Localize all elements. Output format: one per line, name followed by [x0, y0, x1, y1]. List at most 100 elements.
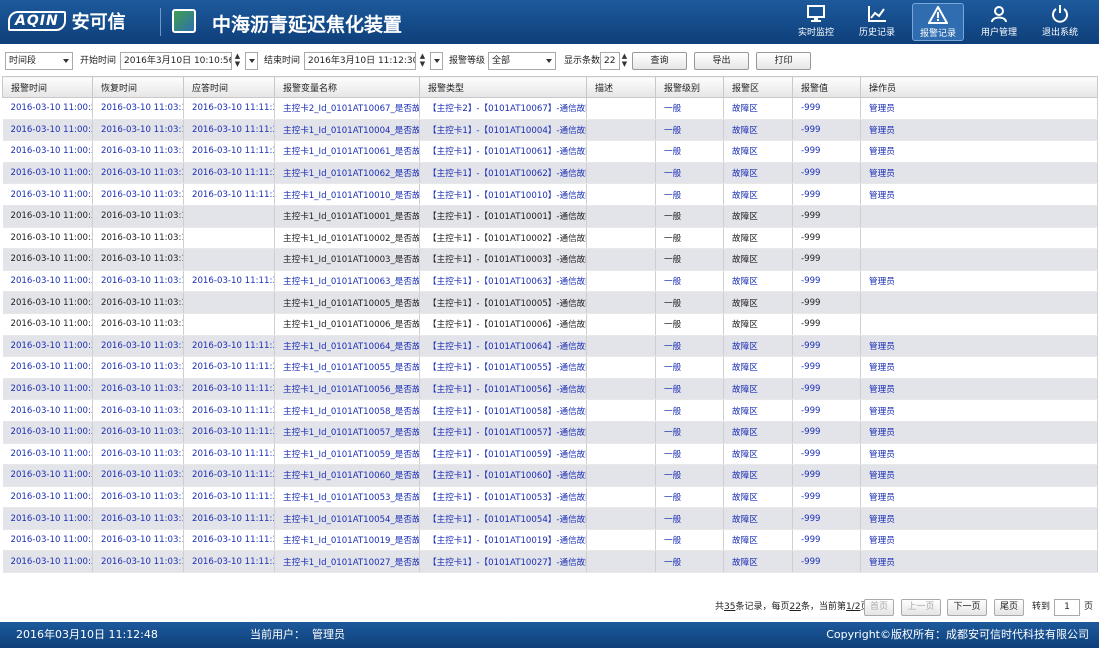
table-cell	[586, 378, 656, 401]
column-header[interactable]: 报警类型	[419, 76, 587, 98]
column-header[interactable]: 报警级别	[655, 76, 724, 98]
start-time-dropdown[interactable]	[245, 52, 258, 70]
table-cell: 【主控卡1】-【0101AT10053】-通信故障	[419, 486, 587, 509]
next-page-button[interactable]: 下一页	[947, 599, 987, 616]
table-cell: 2016-03-10 11:03:14	[92, 119, 184, 142]
table-row[interactable]: 2016-03-10 11:00:382016-03-10 11:03:1420…	[2, 464, 1098, 487]
table-cell: -999	[792, 140, 861, 163]
table-row[interactable]: 2016-03-10 11:00:382016-03-10 11:03:14 主控…	[2, 227, 1098, 250]
table-cell	[183, 227, 275, 250]
display-count-label: 显示条数	[564, 56, 601, 66]
prev-page-button[interactable]: 上一页	[901, 599, 941, 616]
table-cell	[586, 550, 656, 574]
start-time-input[interactable]: 2016年3月10日 10:10:56	[120, 52, 232, 70]
warning-icon	[928, 6, 948, 24]
table-cell: 【主控卡1】-【0101AT10062】-通信故障	[419, 162, 587, 185]
table-cell: 故障区	[723, 248, 793, 271]
table-cell: 2016-03-10 11:00:38	[2, 335, 93, 358]
nav-exit-system[interactable]: 退出系统	[1034, 3, 1086, 41]
table-row[interactable]: 2016-03-10 11:00:382016-03-10 11:03:14 主控…	[2, 313, 1098, 336]
table-cell: 一般	[655, 550, 724, 574]
table-cell: 故障区	[723, 140, 793, 163]
table-cell: -999	[792, 550, 861, 574]
nav-user-management[interactable]: 用户管理	[973, 3, 1025, 41]
table-cell	[586, 183, 656, 206]
table-row[interactable]: 2016-03-10 11:00:382016-03-10 11:03:14 主控…	[2, 291, 1098, 314]
nav-alarm-records[interactable]: 报警记录	[912, 3, 964, 41]
per-page: 22	[789, 602, 801, 612]
table-row[interactable]: 2016-03-10 11:00:382016-03-10 11:03:1420…	[2, 421, 1098, 444]
table-cell: 一般	[655, 291, 724, 314]
table-row[interactable]: 2016-03-10 11:00:382016-03-10 11:03:14 主控…	[2, 248, 1098, 271]
table-cell: 2016-03-10 11:11:37	[183, 464, 275, 487]
column-header[interactable]: 操作员	[860, 76, 1098, 98]
table-cell: 主控卡1_Id_0101AT10063_是否故障	[274, 270, 420, 293]
table-row[interactable]: 2016-03-10 11:00:382016-03-10 11:03:14 主控…	[2, 205, 1098, 228]
table-row[interactable]: 2016-03-10 11:00:382016-03-10 11:03:1420…	[2, 119, 1098, 142]
table-cell: 【主控卡1】-【0101AT10003】-通信故障	[419, 248, 587, 271]
table-row[interactable]: 2016-03-10 11:00:382016-03-10 11:03:1420…	[2, 183, 1098, 206]
table-row[interactable]: 2016-03-10 11:00:382016-03-10 11:03:1420…	[2, 443, 1098, 466]
table-row[interactable]: 2016-03-10 11:00:532016-03-10 11:03:1420…	[2, 97, 1098, 120]
table-row[interactable]: 2016-03-10 11:00:382016-03-10 11:03:1420…	[2, 507, 1098, 530]
table-cell: 故障区	[723, 335, 793, 358]
column-header[interactable]: 报警值	[792, 76, 861, 98]
table-cell: 2016-03-10 11:11:37	[183, 529, 275, 552]
column-header[interactable]: 报警变量名称	[274, 76, 420, 98]
display-count-spinner[interactable]: ▲ ▼	[620, 52, 629, 70]
table-cell: 故障区	[723, 507, 793, 530]
nav-label: 历史记录	[858, 28, 895, 38]
table-row[interactable]: 2016-03-10 11:00:382016-03-10 11:03:1420…	[2, 162, 1098, 185]
first-page-button[interactable]: 首页	[864, 599, 894, 616]
total-records: 35	[724, 602, 736, 612]
table-row[interactable]: 2016-03-10 11:00:382016-03-10 11:03:1420…	[2, 399, 1098, 422]
column-header[interactable]: 报警区	[723, 76, 793, 98]
column-header[interactable]: 描述	[586, 76, 656, 98]
table-cell: 管理员	[860, 464, 1098, 487]
table-cell: 2016-03-10 11:11:35	[183, 378, 275, 401]
end-time-dropdown[interactable]	[430, 52, 443, 70]
goto-page-input[interactable]: 1	[1054, 599, 1080, 616]
table-cell: 一般	[655, 313, 724, 336]
end-time-input[interactable]: 2016年3月10日 11:12:30	[304, 52, 416, 70]
filter-toolbar: 时间段 开始时间 2016年3月10日 10:10:56 ▲ ▼ 结束时间 201…	[0, 50, 1099, 72]
nav-history[interactable]: 历史记录	[851, 3, 903, 41]
table-cell: 2016-03-10 11:00:38	[2, 291, 93, 314]
table-cell: 【主控卡1】-【0101AT10059】-通信故障	[419, 443, 587, 466]
table-cell	[586, 443, 656, 466]
table-cell: 一般	[655, 97, 724, 120]
logo-name: 安可信	[71, 12, 126, 33]
print-button[interactable]: 打印	[756, 52, 811, 70]
table-cell: 一般	[655, 248, 724, 271]
period-select[interactable]: 时间段	[5, 52, 73, 70]
table-cell: -999	[792, 162, 861, 185]
table-cell: 故障区	[723, 421, 793, 444]
column-header[interactable]: 应答时间	[183, 76, 275, 98]
export-button[interactable]: 导出	[694, 52, 749, 70]
start-time-label: 开始时间	[80, 56, 117, 66]
display-count-input[interactable]: 22	[600, 52, 620, 70]
start-time-spinner[interactable]: ▲ ▼	[233, 52, 242, 70]
table-row[interactable]: 2016-03-10 11:00:382016-03-10 11:03:1420…	[2, 270, 1098, 293]
nav-realtime-monitor[interactable]: 实时监控	[790, 3, 842, 41]
table-row[interactable]: 2016-03-10 11:00:382016-03-10 11:03:1420…	[2, 550, 1098, 574]
alarm-level-select[interactable]: 全部	[488, 52, 556, 70]
column-header[interactable]: 报警时间	[2, 76, 93, 98]
last-page-button[interactable]: 尾页	[994, 599, 1024, 616]
end-time-spinner[interactable]: ▲ ▼	[418, 52, 427, 70]
table-body: 2016-03-10 11:00:532016-03-10 11:03:1420…	[2, 97, 1098, 574]
current-user: 管理员	[312, 628, 345, 641]
table-row[interactable]: 2016-03-10 11:00:382016-03-10 11:03:1420…	[2, 486, 1098, 509]
table-cell: -999	[792, 464, 861, 487]
column-header[interactable]: 恢复时间	[92, 76, 184, 98]
table-cell: 2016-03-10 11:00:38	[2, 227, 93, 250]
chevron-down-icon	[434, 59, 440, 63]
table-row[interactable]: 2016-03-10 11:00:382016-03-10 11:03:1420…	[2, 140, 1098, 163]
table-row[interactable]: 2016-03-10 11:00:382016-03-10 11:03:1420…	[2, 356, 1098, 379]
table-cell	[586, 119, 656, 142]
table-row[interactable]: 2016-03-10 11:00:382016-03-10 11:03:1420…	[2, 335, 1098, 358]
table-cell	[586, 335, 656, 358]
query-button[interactable]: 查询	[632, 52, 687, 70]
table-row[interactable]: 2016-03-10 11:00:382016-03-10 11:03:1420…	[2, 529, 1098, 552]
table-row[interactable]: 2016-03-10 11:00:382016-03-10 11:03:1420…	[2, 378, 1098, 401]
